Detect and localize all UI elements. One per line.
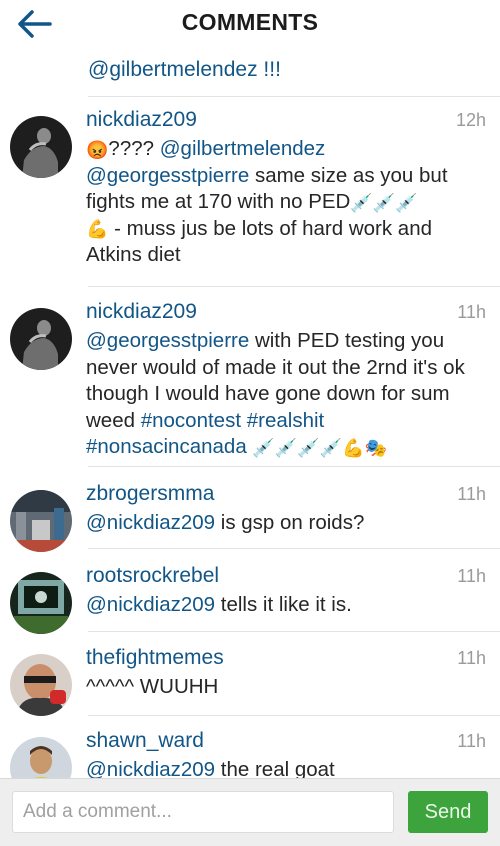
divider xyxy=(88,96,500,97)
comment-text: @nickdiaz209 tells it like it is. xyxy=(86,593,352,616)
syringe-icon: 💉 xyxy=(372,192,396,213)
divider xyxy=(88,548,500,549)
flexed-biceps-icon: 💪 xyxy=(86,219,109,240)
divider xyxy=(88,466,500,467)
comment-username[interactable]: rootsrockrebel xyxy=(86,564,219,588)
comment-timestamp: 11h xyxy=(457,648,486,668)
avatar[interactable] xyxy=(10,116,72,178)
page-title: COMMENTS xyxy=(181,9,319,35)
comment-username[interactable]: thefightmemes xyxy=(86,646,224,670)
comment-text: @georgesstpierre with PED testing you ne… xyxy=(86,329,465,458)
comment-username[interactable]: zbrogersmma xyxy=(86,482,214,506)
angry-face-icon: 😡 xyxy=(86,139,109,160)
mention-link[interactable]: @nickdiaz209 xyxy=(86,593,215,616)
comment-username[interactable]: shawn_ward xyxy=(86,729,204,753)
divider xyxy=(88,715,500,716)
hashtag-link[interactable]: #nonsacincanada xyxy=(86,435,247,458)
mention-link[interactable]: @nickdiaz209 xyxy=(86,511,215,534)
mention-link[interactable]: @gilbertmelendez xyxy=(160,137,326,160)
divider xyxy=(88,631,500,632)
hashtag-link[interactable]: #realshit xyxy=(247,409,325,432)
comment-timestamp: 11h xyxy=(457,302,486,322)
syringe-icon: 💉 xyxy=(252,437,275,458)
header-bar: COMMENTS xyxy=(0,0,500,46)
avatar[interactable] xyxy=(10,654,72,716)
mention-link[interactable]: @georgesstpierre xyxy=(86,329,249,352)
mention-link[interactable]: @georgesstpierre xyxy=(86,164,249,187)
syringe-icon: 💉 xyxy=(350,192,373,213)
partial-comment-text[interactable]: @gilbertmelendez !!! xyxy=(88,58,281,82)
comment-timestamp: 11h xyxy=(457,484,486,504)
theater-masks-icon: 🎭 xyxy=(364,437,387,458)
comment-text: @nickdiaz209 the real goat xyxy=(86,757,486,778)
comment-input[interactable] xyxy=(12,791,394,833)
comments-list[interactable]: @gilbertmelendez !!! nickdiaz209 12h 😡??… xyxy=(0,46,500,778)
avatar[interactable] xyxy=(10,490,72,552)
comment-text: ^^^^^ WUUHH xyxy=(86,675,219,698)
comment-username[interactable]: nickdiaz209 xyxy=(86,108,197,132)
divider xyxy=(88,286,500,287)
comment-text: 😡???? @gilbertmelendez @georgesstpierre … xyxy=(86,137,448,266)
comment-timestamp: 11h xyxy=(457,566,486,586)
syringe-icon: 💉 xyxy=(395,192,418,213)
comment-timestamp: 11h xyxy=(457,731,486,751)
comment-timestamp: 12h xyxy=(455,110,486,130)
comment-composer: Send xyxy=(0,778,500,846)
syringe-icon: 💉 xyxy=(297,437,320,458)
syringe-icon: 💉 xyxy=(319,437,343,458)
send-button[interactable]: Send xyxy=(408,791,488,833)
comment-text: @nickdiaz209 is gsp on roids? xyxy=(86,511,365,534)
mention-link[interactable]: @nickdiaz209 xyxy=(86,758,215,778)
comment-username[interactable]: nickdiaz209 xyxy=(86,300,197,324)
flexed-biceps-icon: 💪 xyxy=(342,437,365,458)
avatar[interactable] xyxy=(10,572,72,634)
avatar[interactable] xyxy=(10,737,72,778)
syringe-icon: 💉 xyxy=(274,437,298,458)
hashtag-link[interactable]: #nocontest xyxy=(141,409,241,432)
avatar[interactable] xyxy=(10,308,72,370)
